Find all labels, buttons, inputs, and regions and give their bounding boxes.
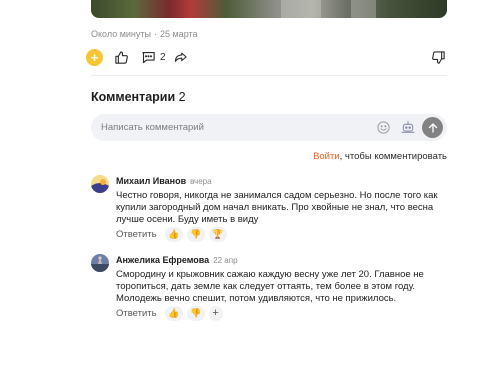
author-name[interactable]: Анжелика Ефремова <box>116 255 209 265</box>
comment-bubble-icon <box>142 51 155 63</box>
login-suffix: , чтобы комментировать <box>339 151 447 162</box>
comment-author[interactable]: Анжелика Ефремова 22 апр <box>116 255 238 265</box>
login-prompt: Войти, чтобы комментировать <box>313 151 447 162</box>
meta-separator: · <box>153 29 157 39</box>
thumbs-down-reaction[interactable]: 👎 <box>186 227 205 242</box>
plus-icon: + <box>86 48 103 66</box>
comments-heading-count: 2 <box>178 90 186 104</box>
divider <box>91 75 447 76</box>
trophy-icon: 🏆 <box>212 229 224 239</box>
avatar[interactable] <box>91 175 109 193</box>
avatar[interactable] <box>91 254 109 272</box>
thumbs-up-icon: 👍 <box>168 308 180 318</box>
thumbs-down-icon: 👎 <box>190 229 202 239</box>
arrow-up-icon <box>428 122 437 133</box>
add-reaction-button[interactable]: + <box>208 306 223 321</box>
comment-date: вчера <box>190 177 212 186</box>
share-button[interactable] <box>173 47 188 67</box>
thumbs-up-reaction[interactable]: 👍 <box>164 306 183 321</box>
article-photo <box>91 0 447 18</box>
comment-item: Анжелика Ефремова 22 апр Смородину и крыж… <box>91 254 451 324</box>
smile-icon[interactable] <box>376 120 391 135</box>
login-link[interactable]: Войти <box>313 151 340 162</box>
comment-input-box <box>91 114 447 141</box>
add-reaction-button[interactable]: + <box>86 47 103 67</box>
share-arrow-icon <box>174 52 187 62</box>
comment-actions: Ответить 👍 👎 + <box>116 306 223 321</box>
comment-author[interactable]: Михаил Иванов вчера <box>116 176 212 186</box>
send-button[interactable] <box>422 117 443 138</box>
comments-heading: Комментарии 2 <box>91 90 186 104</box>
comment-input[interactable] <box>101 118 371 137</box>
thumbs-down-icon: 👎 <box>190 308 202 318</box>
like-button[interactable] <box>114 47 129 67</box>
post-meta: Около минуты · 25 марта <box>91 28 198 40</box>
robot-icon[interactable] <box>400 119 416 135</box>
reply-button[interactable]: Ответить <box>116 308 157 319</box>
comment-text: Честно говоря, никогда не занимался садо… <box>116 190 438 225</box>
comment-item: Михаил Иванов вчера Честно говоря, никогд… <box>91 175 451 245</box>
comment-text: Смородину и крыжовник сажаю каждую весну… <box>116 269 424 304</box>
plus-icon: + <box>212 307 219 319</box>
comment-actions: Ответить 👍 👎 🏆 <box>116 227 227 242</box>
thumbs-up-icon: 👍 <box>168 229 180 239</box>
author-name[interactable]: Михаил Иванов <box>116 176 186 186</box>
thumbs-down-icon <box>432 50 445 64</box>
thumbs-down-reaction[interactable]: 👎 <box>186 306 205 321</box>
post-actions: + 2 <box>86 47 448 67</box>
thumbs-up-reaction[interactable]: 👍 <box>164 227 183 242</box>
comments-button[interactable]: 2 <box>141 47 166 67</box>
read-time: Около минуты <box>91 29 151 39</box>
comment-date: 22 апр <box>213 256 238 265</box>
thumbs-up-icon <box>115 50 128 64</box>
post-date: 25 марта <box>159 29 198 39</box>
comments-count: 2 <box>160 51 166 63</box>
comments-title: Комментарии <box>91 90 176 104</box>
reply-button[interactable]: Ответить <box>116 229 157 240</box>
dislike-button[interactable] <box>431 47 446 67</box>
trophy-reaction[interactable]: 🏆 <box>208 227 227 242</box>
